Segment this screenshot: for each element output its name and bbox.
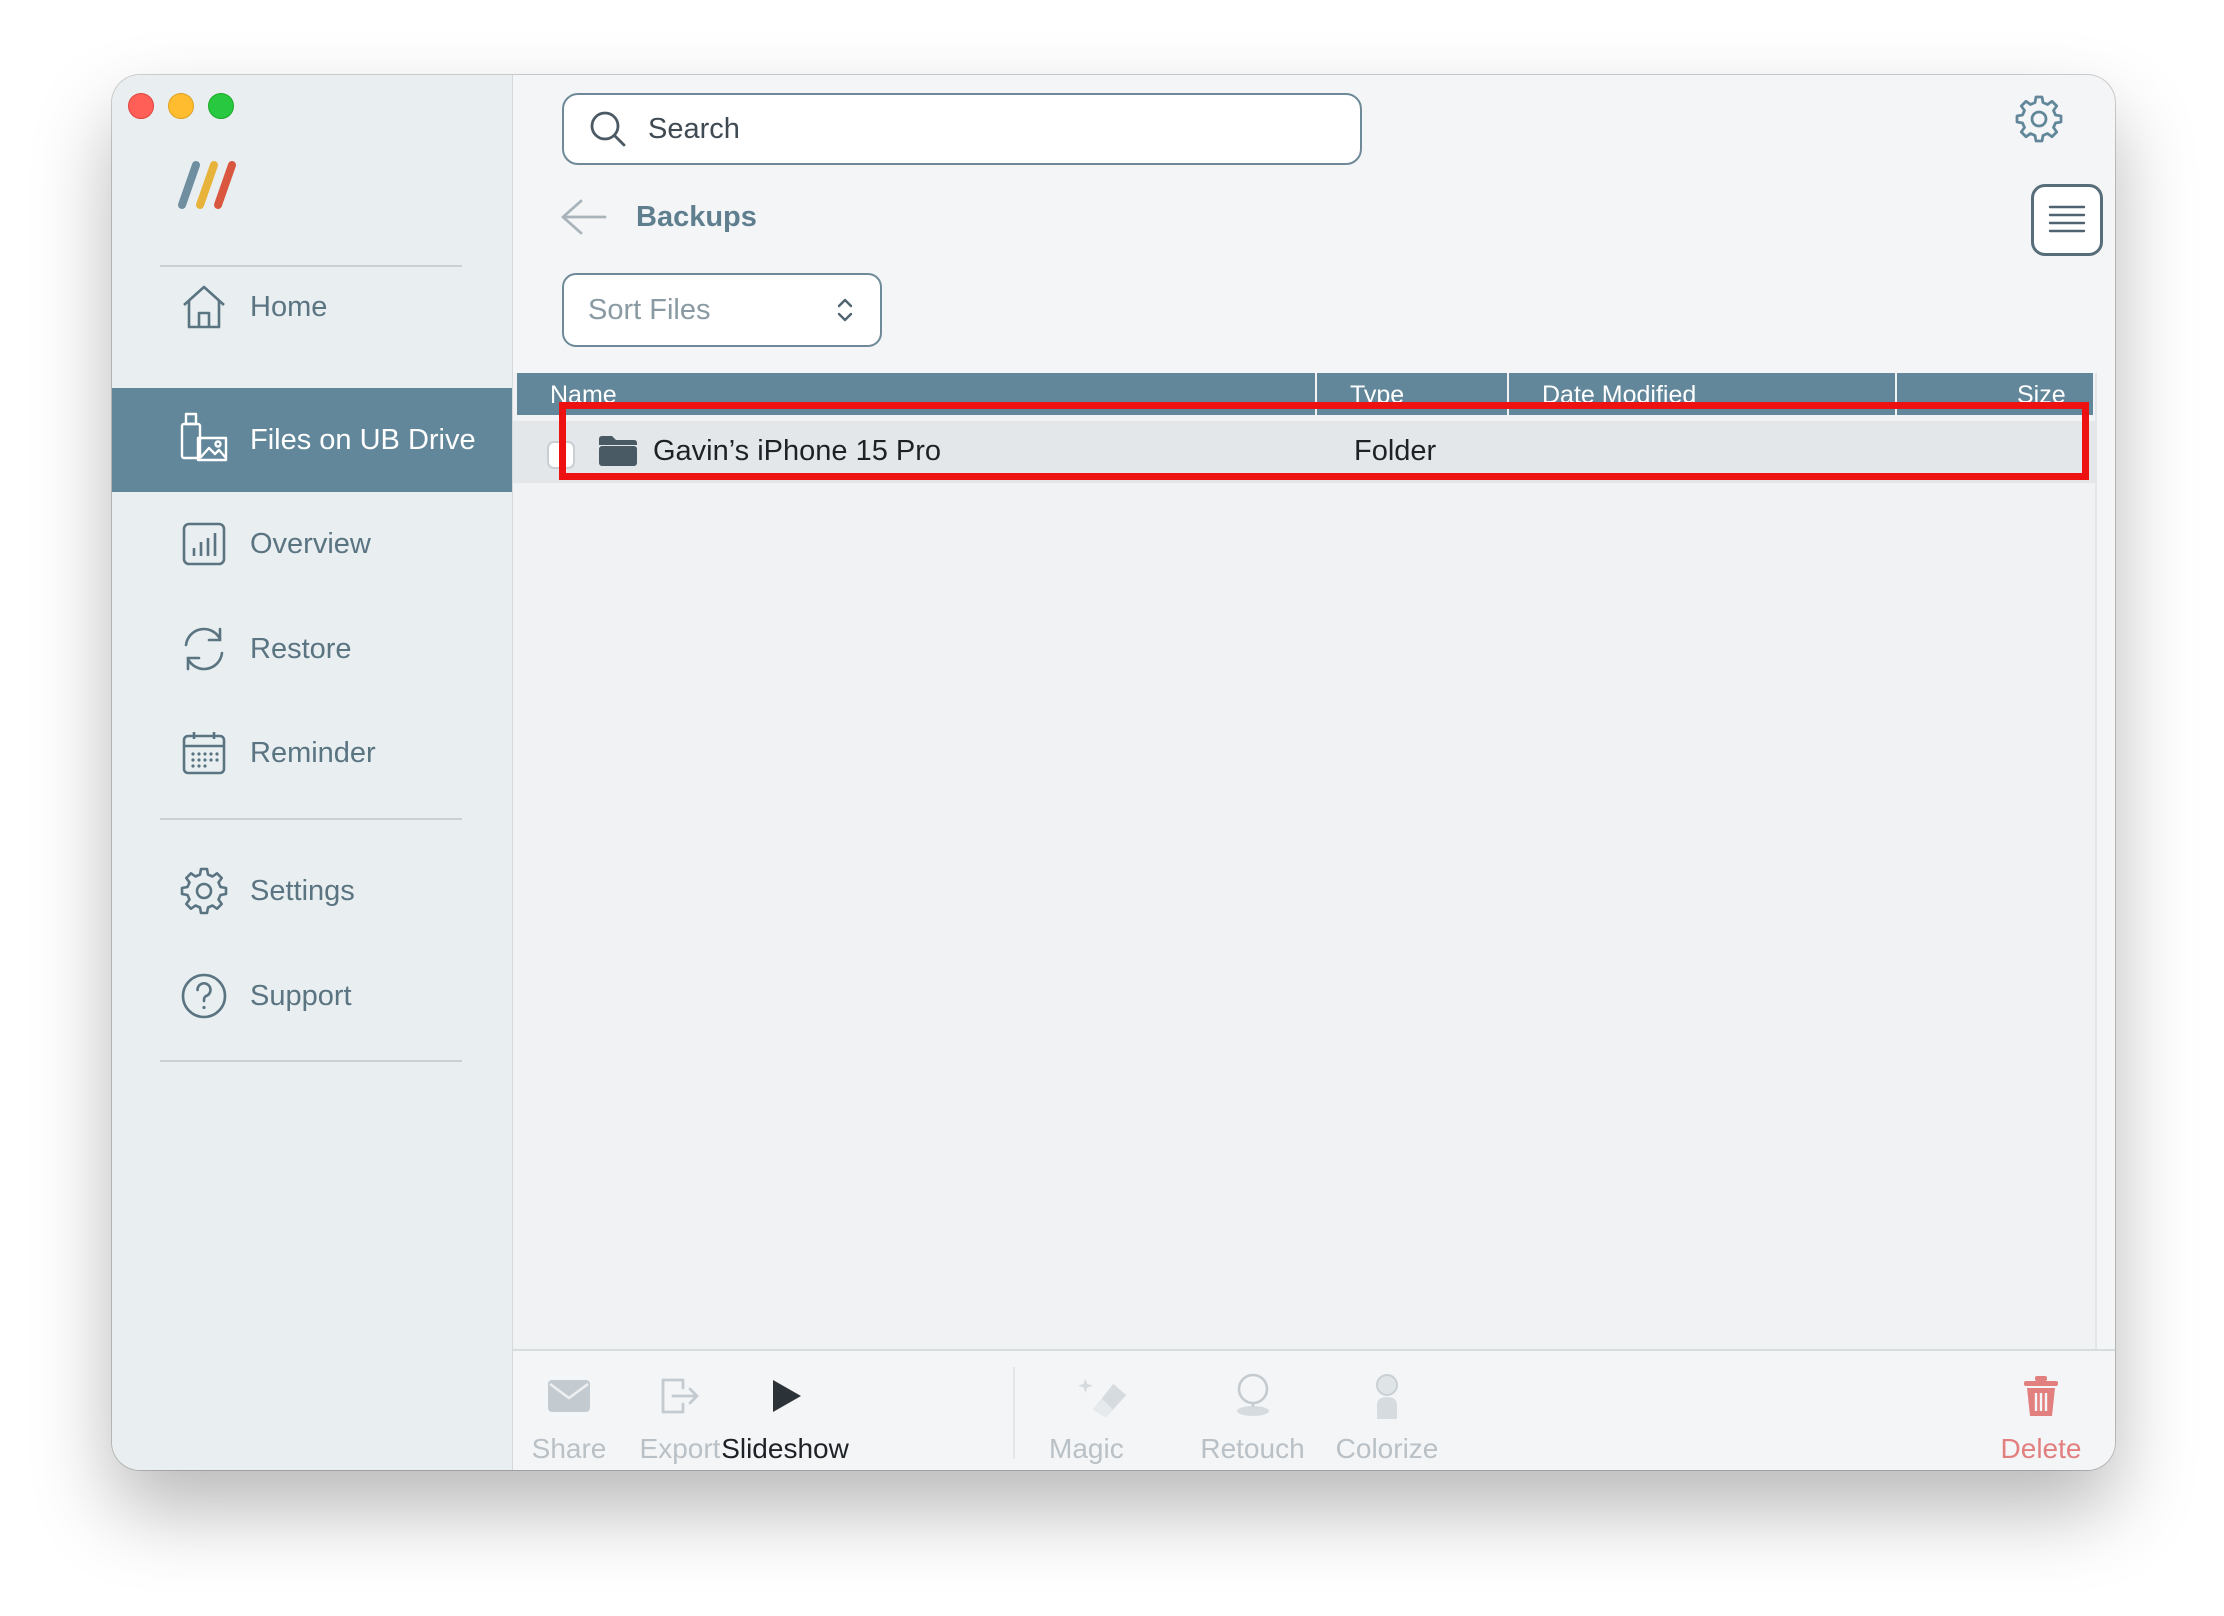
zoom-window-button[interactable] [208, 93, 234, 119]
sidebar-item-settings[interactable]: Settings [112, 839, 512, 943]
row-type: Folder [1354, 435, 1437, 467]
close-window-button[interactable] [128, 93, 154, 119]
breadcrumb: Backups [636, 201, 757, 233]
delete-button[interactable]: Delete [1997, 1371, 2085, 1465]
back-arrow-icon[interactable] [557, 197, 609, 237]
slideshow-button[interactable]: Slideshow [721, 1371, 849, 1465]
folder-icon [599, 436, 637, 466]
table-header: Name Type Date Modified Size [517, 373, 2093, 415]
colorize-label: Colorize [1335, 1433, 1439, 1464]
chart-icon [176, 516, 232, 572]
sidebar-item-label: Overview [250, 527, 371, 560]
sidebar-item-reminder[interactable]: Reminder [112, 701, 512, 805]
search-icon [590, 111, 626, 147]
sidebar-item-support[interactable]: Support [112, 944, 512, 1048]
retouch-button[interactable]: Retouch [1200, 1371, 1305, 1465]
column-header-date-modified[interactable]: Date Modified [1542, 373, 1696, 415]
sidebar-item-home[interactable]: Home [112, 255, 512, 359]
search-input[interactable] [646, 111, 1250, 147]
export-button[interactable]: Export [638, 1371, 722, 1465]
sort-files-label: Sort Files [588, 293, 711, 326]
row-name: Gavin’s iPhone 15 Pro [653, 435, 942, 467]
column-header-name[interactable]: Name [550, 373, 617, 415]
share-label: Share [531, 1433, 607, 1464]
magic-erase-label: Magic Erase [1049, 1433, 1124, 1470]
home-icon [176, 279, 232, 335]
retouch-label: Retouch [1200, 1433, 1305, 1464]
sidebar-item-overview-row[interactable]: Overview [112, 492, 512, 596]
bottom-toolbar: Share Export Slideshow Magic Retouch Col… [513, 1349, 2115, 1470]
minimize-window-button[interactable] [168, 93, 194, 119]
list-icon [2048, 205, 2086, 233]
gear-icon [176, 863, 232, 919]
sidebar-item-label: Settings [250, 874, 355, 907]
slideshow-label: Slideshow [721, 1433, 849, 1464]
sidebar: Home Files on UB Drive Overview Restore … [112, 75, 513, 1470]
column-header-size[interactable]: Size [2017, 373, 2066, 415]
column-divider [1507, 373, 1509, 415]
column-divider [1895, 373, 1897, 415]
sidebar-item-label: Restore [250, 632, 352, 665]
settings-gear-icon[interactable] [2013, 93, 2065, 145]
sort-files-select[interactable]: Sort Files [562, 273, 882, 347]
list-view-button[interactable] [2031, 184, 2103, 256]
main-content: Backups Sort Files Name Type [513, 75, 2115, 1470]
colorize-icon [1361, 1371, 1413, 1421]
app-window: Home Files on UB Drive Overview Restore … [112, 75, 2115, 1470]
row-checkbox[interactable] [547, 441, 575, 469]
sidebar-item-label: Support [250, 979, 352, 1012]
calendar-icon [176, 725, 232, 781]
column-header-type[interactable]: Type [1350, 373, 1404, 415]
eraser-icon [1078, 1371, 1130, 1421]
chevron-up-down-icon [837, 298, 853, 322]
export-icon [654, 1371, 706, 1421]
sidebar-divider [160, 818, 462, 820]
sidebar-divider [160, 1060, 462, 1062]
magic-erase-button[interactable]: Magic Erase [1049, 1371, 1159, 1470]
window-controls [128, 93, 234, 119]
sidebar-item-restore[interactable]: Restore [112, 597, 512, 701]
delete-label: Delete [2000, 1433, 2082, 1464]
toolbar-divider [1013, 1367, 1015, 1459]
table-row[interactable]: Gavin’s iPhone 15 Pro Folder [513, 421, 2095, 483]
envelope-icon [543, 1371, 595, 1421]
export-label: Export [639, 1433, 721, 1464]
restore-icon [176, 621, 232, 677]
sidebar-item-label: Reminder [250, 736, 376, 769]
share-button[interactable]: Share [532, 1371, 606, 1465]
file-table: Name Type Date Modified Size Gavin’s iPh… [513, 373, 2097, 1349]
search-bar[interactable] [562, 93, 1362, 165]
play-icon [759, 1371, 811, 1421]
sidebar-item-label: Home [250, 290, 328, 323]
retouch-icon [1227, 1371, 1279, 1421]
colorize-button[interactable]: Colorize [1336, 1371, 1438, 1465]
app-logo [178, 161, 236, 209]
column-divider [1315, 373, 1317, 415]
question-icon [176, 968, 232, 1024]
trash-icon [2015, 1371, 2067, 1421]
